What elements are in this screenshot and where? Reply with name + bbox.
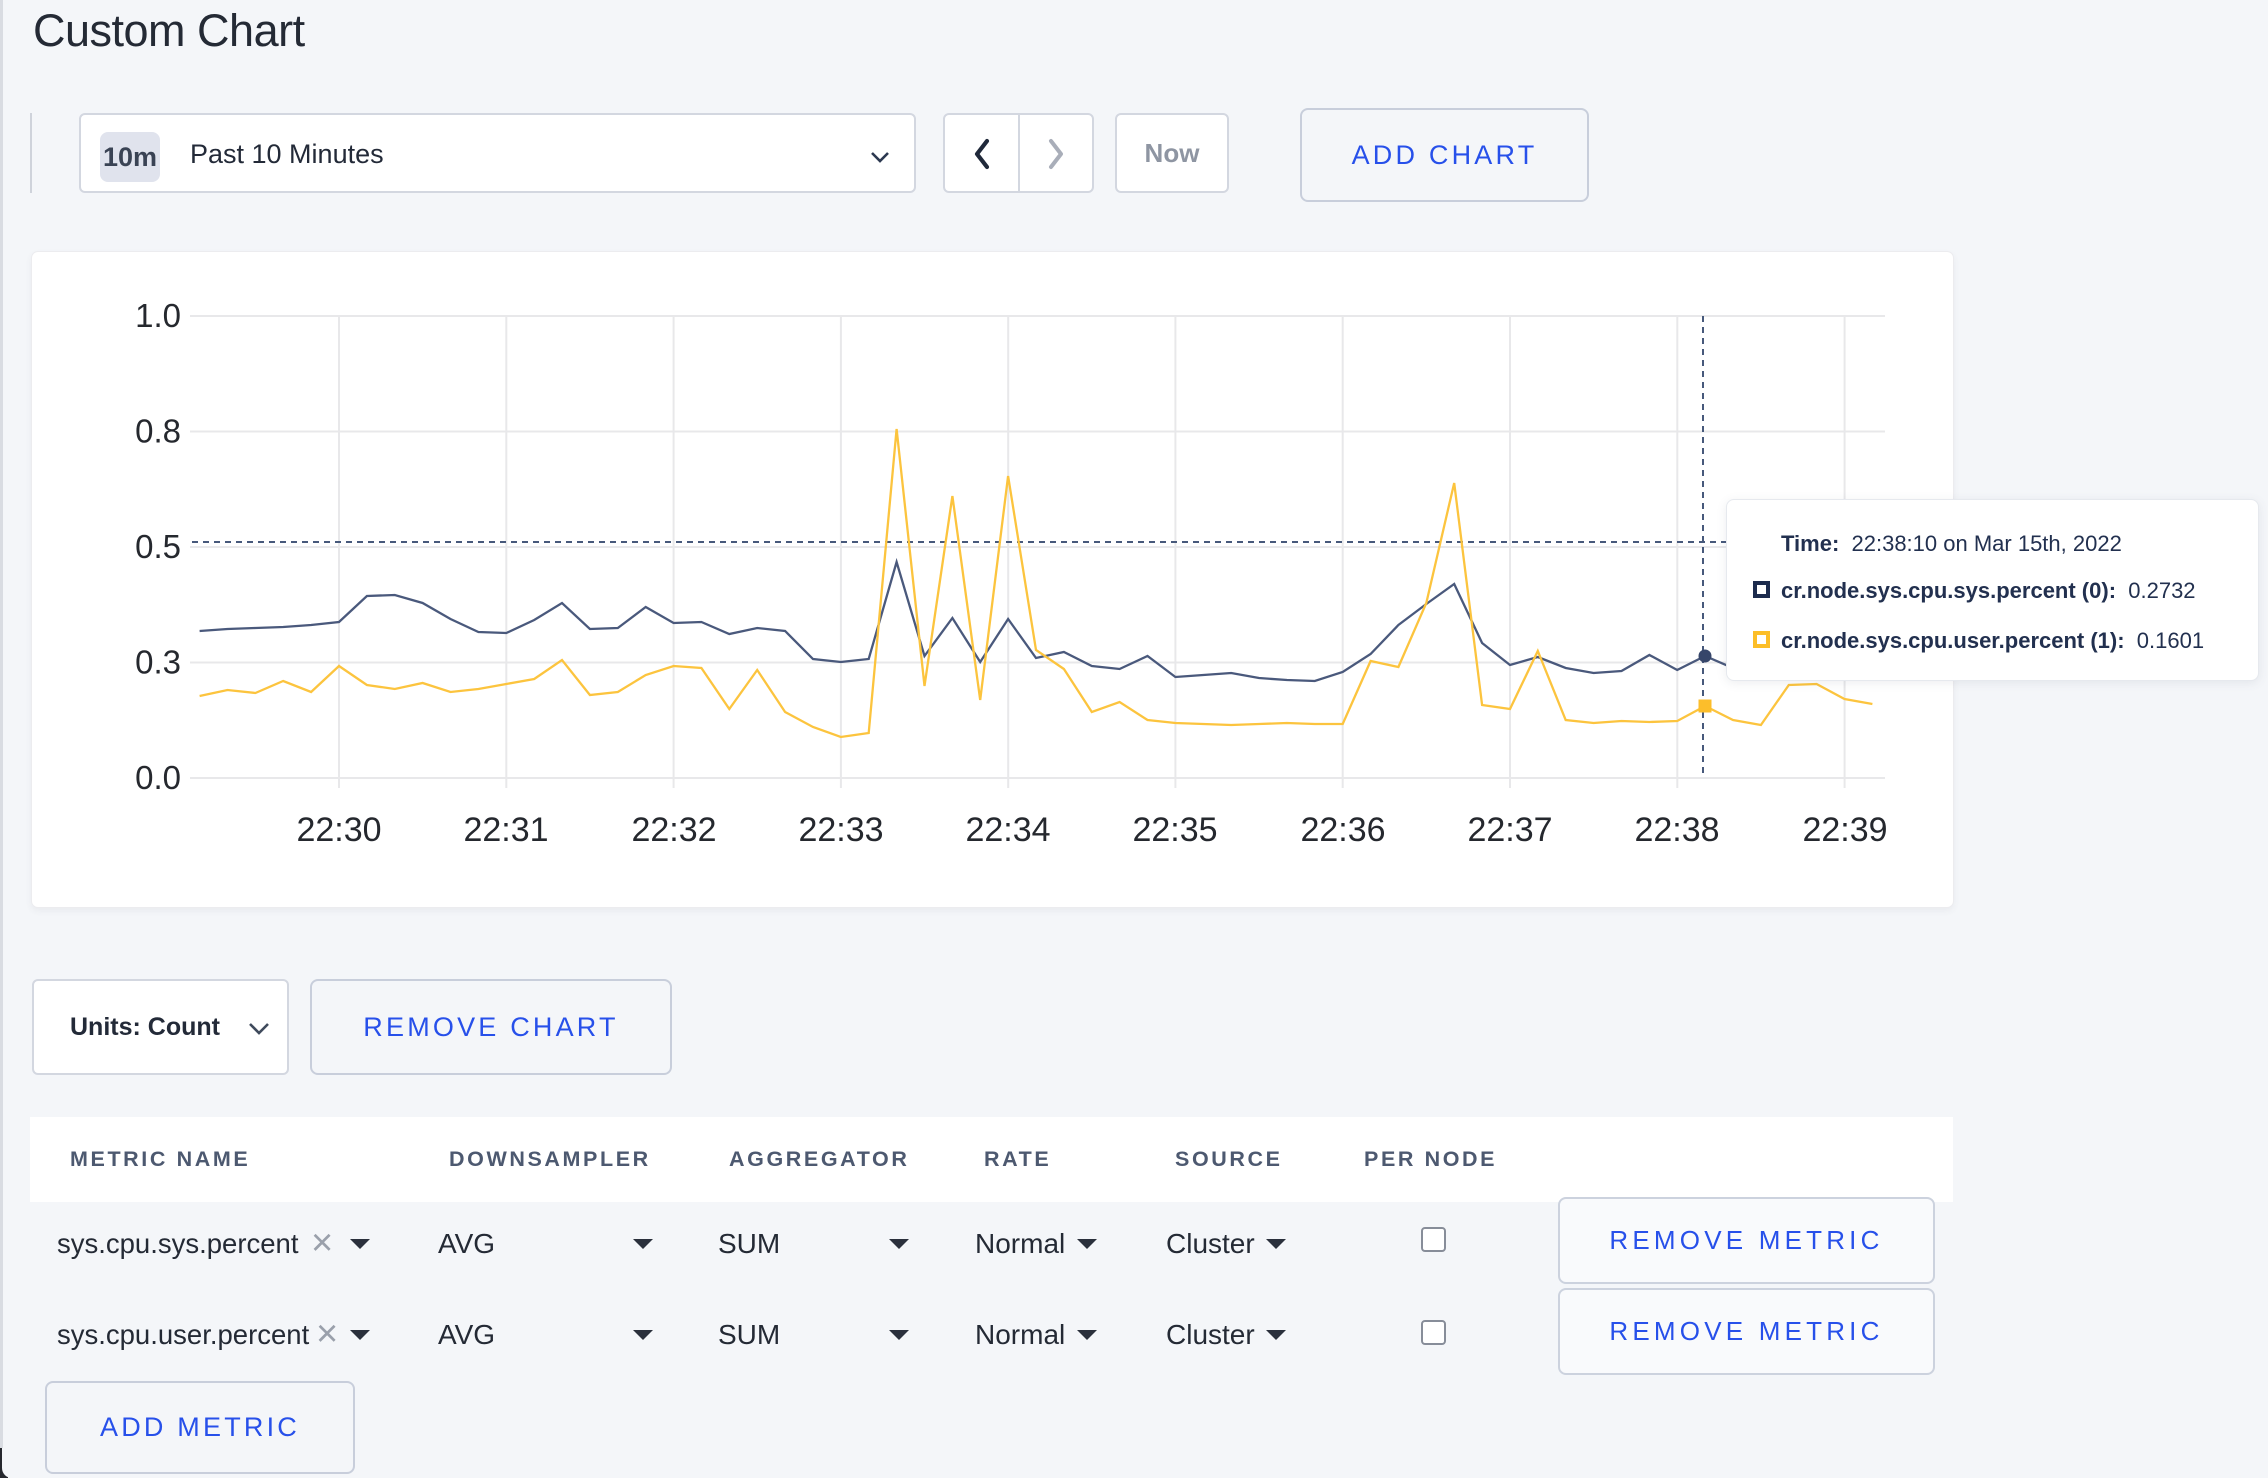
svg-text:0.5: 0.5 bbox=[135, 528, 181, 565]
svg-text:22:30: 22:30 bbox=[296, 811, 381, 849]
svg-text:22:37: 22:37 bbox=[1467, 811, 1552, 849]
svg-text:1.0: 1.0 bbox=[135, 297, 181, 334]
svg-text:22:39: 22:39 bbox=[1802, 811, 1887, 849]
svg-text:22:35: 22:35 bbox=[1132, 811, 1217, 849]
svg-text:22:31: 22:31 bbox=[463, 811, 548, 849]
svg-text:22:32: 22:32 bbox=[631, 811, 716, 849]
svg-text:22:34: 22:34 bbox=[965, 811, 1050, 849]
svg-text:22:33: 22:33 bbox=[798, 811, 883, 849]
svg-text:22:38: 22:38 bbox=[1634, 811, 1719, 849]
svg-text:22:36: 22:36 bbox=[1300, 811, 1385, 849]
svg-text:0.8: 0.8 bbox=[135, 413, 181, 450]
svg-text:0.3: 0.3 bbox=[135, 644, 181, 681]
svg-text:0.0: 0.0 bbox=[135, 759, 181, 796]
